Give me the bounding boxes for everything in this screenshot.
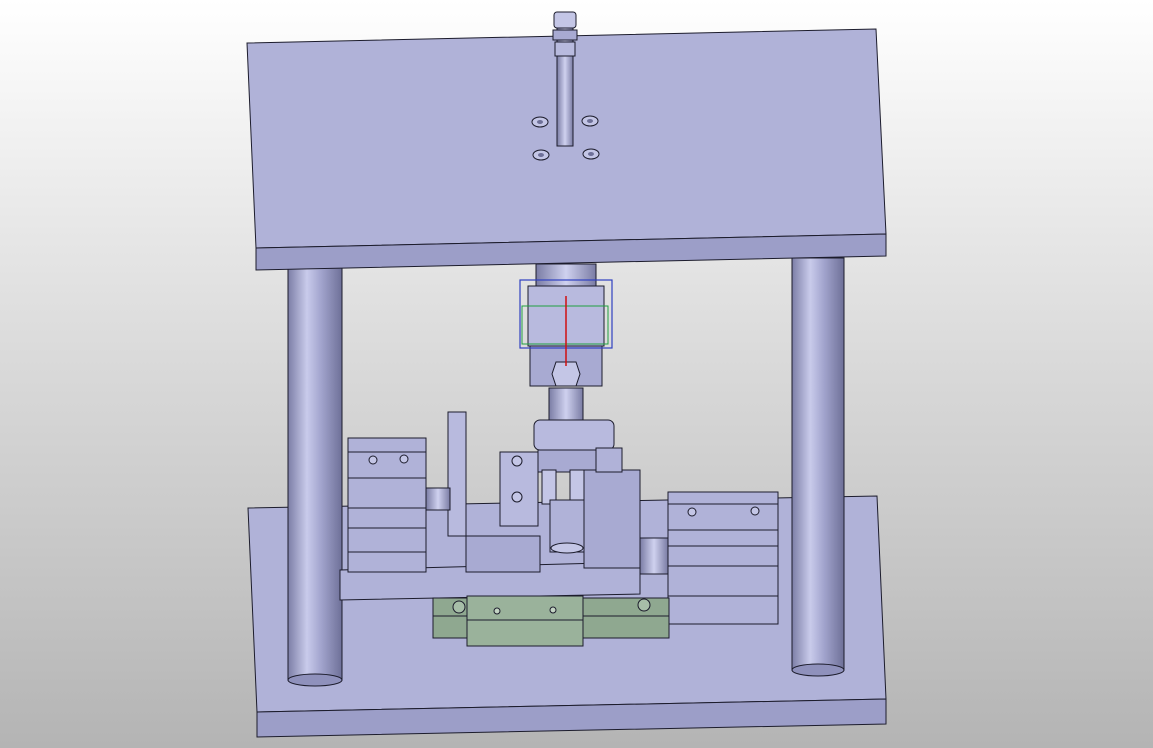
guide-column-right[interactable] bbox=[791, 257, 845, 677]
linear-guide-rail[interactable] bbox=[432, 595, 670, 647]
guide-column-left[interactable] bbox=[287, 261, 343, 687]
top-cylinder-rod[interactable] bbox=[552, 11, 578, 147]
assembly-model[interactable] bbox=[0, 0, 1153, 748]
cad-3d-viewport[interactable] bbox=[0, 0, 1153, 748]
